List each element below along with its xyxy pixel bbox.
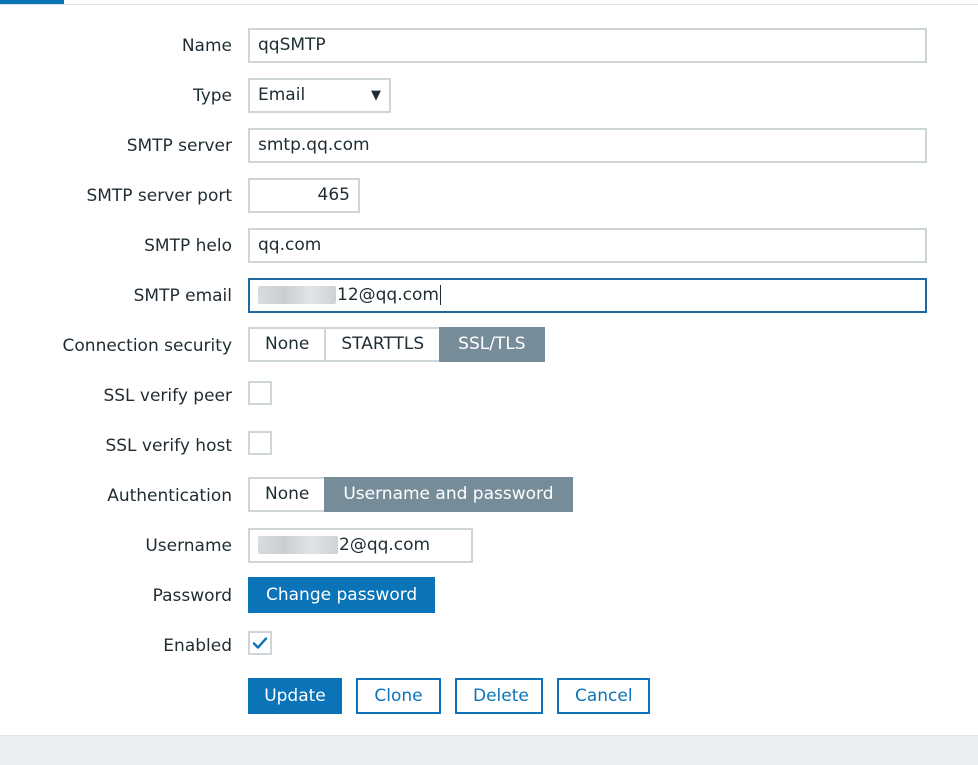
ssl-verify-host-label: SSL verify host bbox=[105, 436, 232, 456]
triangle-down-icon: ▼ bbox=[371, 88, 381, 103]
smtp-helo-label: SMTP helo bbox=[144, 236, 232, 256]
connection-security-option-none[interactable]: None bbox=[248, 327, 327, 362]
ssl-verify-peer-checkbox[interactable] bbox=[248, 381, 272, 405]
smtp-server-port-input[interactable]: 465 bbox=[248, 178, 360, 213]
header-divider bbox=[0, 4, 978, 5]
type-label: Type bbox=[192, 86, 232, 106]
type-select[interactable]: Email ▼ bbox=[248, 78, 391, 113]
authentication-label: Authentication bbox=[107, 486, 232, 506]
authentication-segmented: None Username and password bbox=[248, 477, 573, 512]
username-label: Username bbox=[145, 536, 232, 556]
connection-security-segmented: None STARTTLS SSL/TLS bbox=[248, 327, 545, 362]
smtp-server-value: smtp.qq.com bbox=[258, 135, 370, 155]
smtp-server-port-label: SMTP server port bbox=[86, 186, 232, 206]
username-input[interactable]: 2@qq.com bbox=[248, 528, 473, 563]
authentication-option-username-password[interactable]: Username and password bbox=[324, 477, 573, 512]
smtp-helo-input[interactable]: qq.com bbox=[248, 228, 927, 263]
name-label: Name bbox=[181, 36, 232, 56]
name-value: qqSMTP bbox=[258, 35, 326, 55]
update-button[interactable]: Update bbox=[248, 678, 342, 714]
password-label: Password bbox=[152, 586, 232, 606]
clone-button[interactable]: Clone bbox=[356, 678, 441, 714]
change-password-button[interactable]: Change password bbox=[248, 577, 436, 613]
smtp-server-label: SMTP server bbox=[126, 136, 232, 156]
page-footer bbox=[0, 735, 978, 765]
enabled-label: Enabled bbox=[163, 636, 232, 656]
redacted-text bbox=[258, 536, 338, 554]
cancel-button[interactable]: Cancel bbox=[557, 678, 650, 714]
username-value: 2@qq.com bbox=[339, 535, 431, 555]
delete-button[interactable]: Delete bbox=[455, 678, 543, 714]
ssl-verify-host-checkbox[interactable] bbox=[248, 431, 272, 455]
enabled-checkbox[interactable] bbox=[248, 631, 272, 655]
redacted-text bbox=[258, 286, 336, 304]
smtp-server-input[interactable]: smtp.qq.com bbox=[248, 128, 927, 163]
connection-security-option-starttls[interactable]: STARTTLS bbox=[324, 327, 442, 362]
ssl-verify-peer-label: SSL verify peer bbox=[103, 386, 232, 406]
checkmark-icon bbox=[252, 637, 268, 649]
text-caret bbox=[439, 285, 441, 305]
smtp-server-port-value: 465 bbox=[317, 185, 350, 205]
smtp-email-value: 12@qq.com bbox=[337, 285, 439, 305]
connection-security-label: Connection security bbox=[62, 336, 232, 356]
smtp-email-label: SMTP email bbox=[133, 286, 232, 306]
type-selected-value: Email bbox=[258, 85, 306, 105]
connection-security-option-ssl-tls[interactable]: SSL/TLS bbox=[439, 327, 545, 362]
authentication-option-none[interactable]: None bbox=[248, 477, 327, 512]
name-input[interactable]: qqSMTP bbox=[248, 28, 927, 63]
smtp-email-input[interactable]: 12@qq.com bbox=[248, 278, 927, 313]
smtp-helo-value: qq.com bbox=[258, 235, 322, 255]
